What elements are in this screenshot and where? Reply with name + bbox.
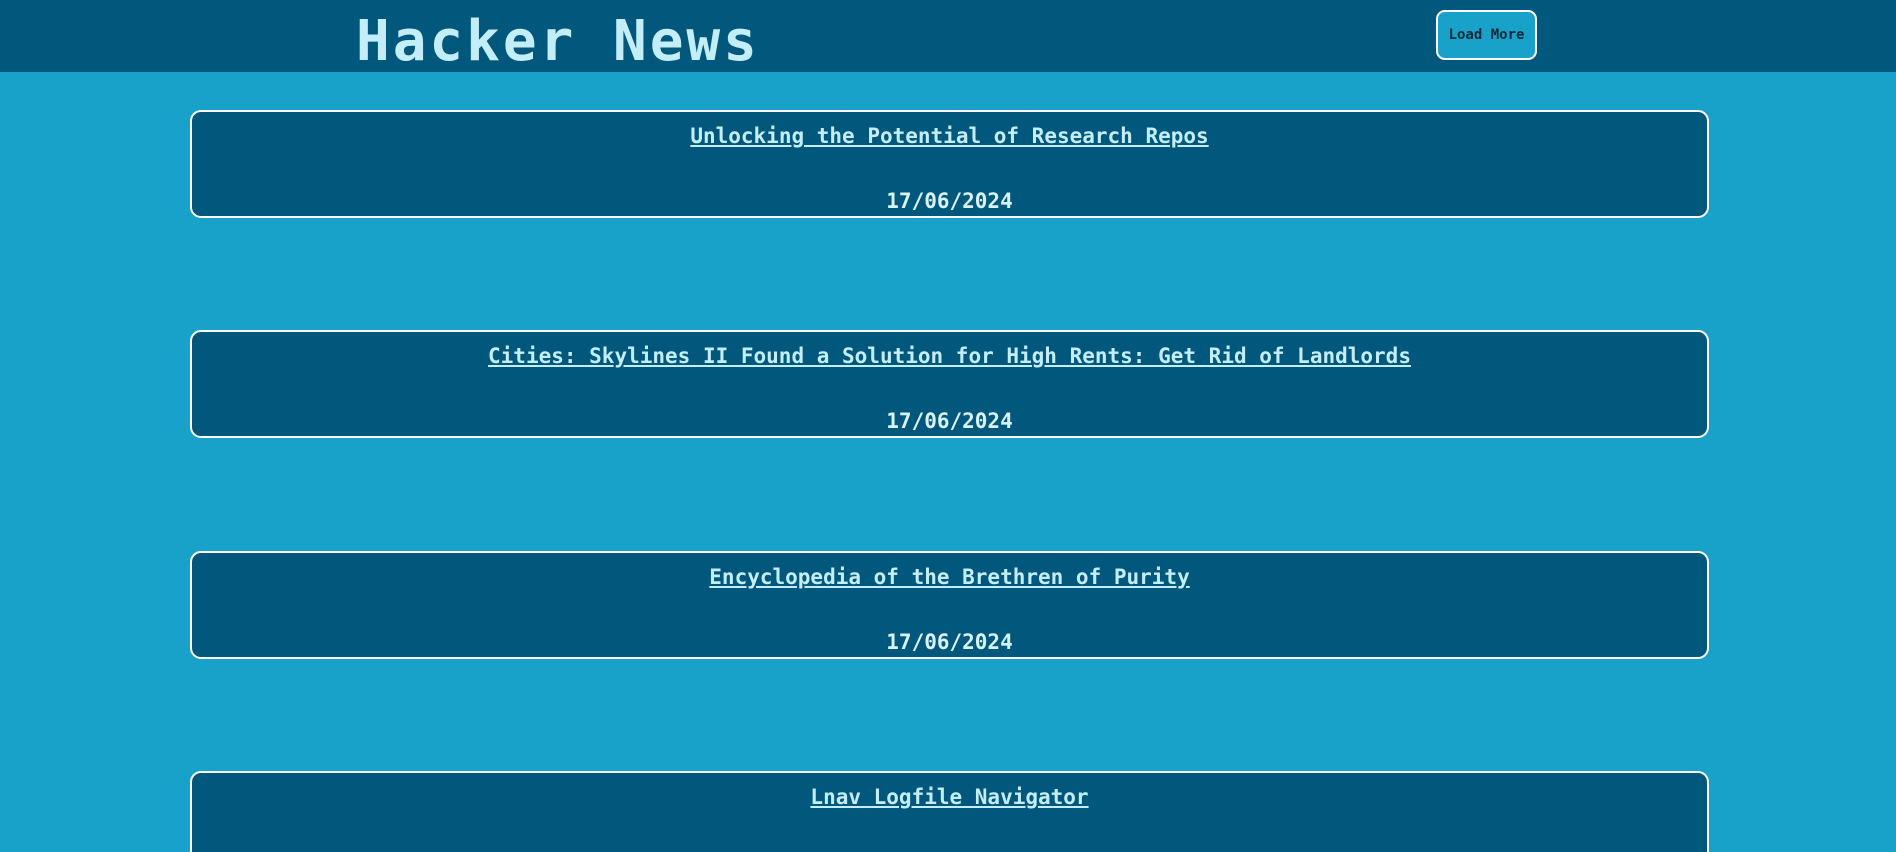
site-title: Hacker News xyxy=(356,9,760,74)
site-header: Hacker News Load More xyxy=(0,0,1896,74)
story-title-link[interactable]: Unlocking the Potential of Research Repo… xyxy=(192,122,1707,150)
load-more-button[interactable]: Load More xyxy=(1436,10,1537,60)
story-card: Encyclopedia of the Brethren of Purity 1… xyxy=(190,551,1709,659)
story-date: 17/06/2024 xyxy=(886,189,1013,213)
story-title-link[interactable]: Lnav Logfile Navigator xyxy=(192,783,1707,811)
story-card: Lnav Logfile Navigator xyxy=(190,771,1709,852)
story-title-link[interactable]: Cities: Skylines II Found a Solution for… xyxy=(192,342,1707,370)
story-card: Unlocking the Potential of Research Repo… xyxy=(190,110,1709,218)
story-title-link[interactable]: Encyclopedia of the Brethren of Purity xyxy=(192,563,1707,591)
story-date: 17/06/2024 xyxy=(886,630,1013,654)
story-card: Cities: Skylines II Found a Solution for… xyxy=(190,330,1709,438)
story-date: 17/06/2024 xyxy=(886,409,1013,433)
